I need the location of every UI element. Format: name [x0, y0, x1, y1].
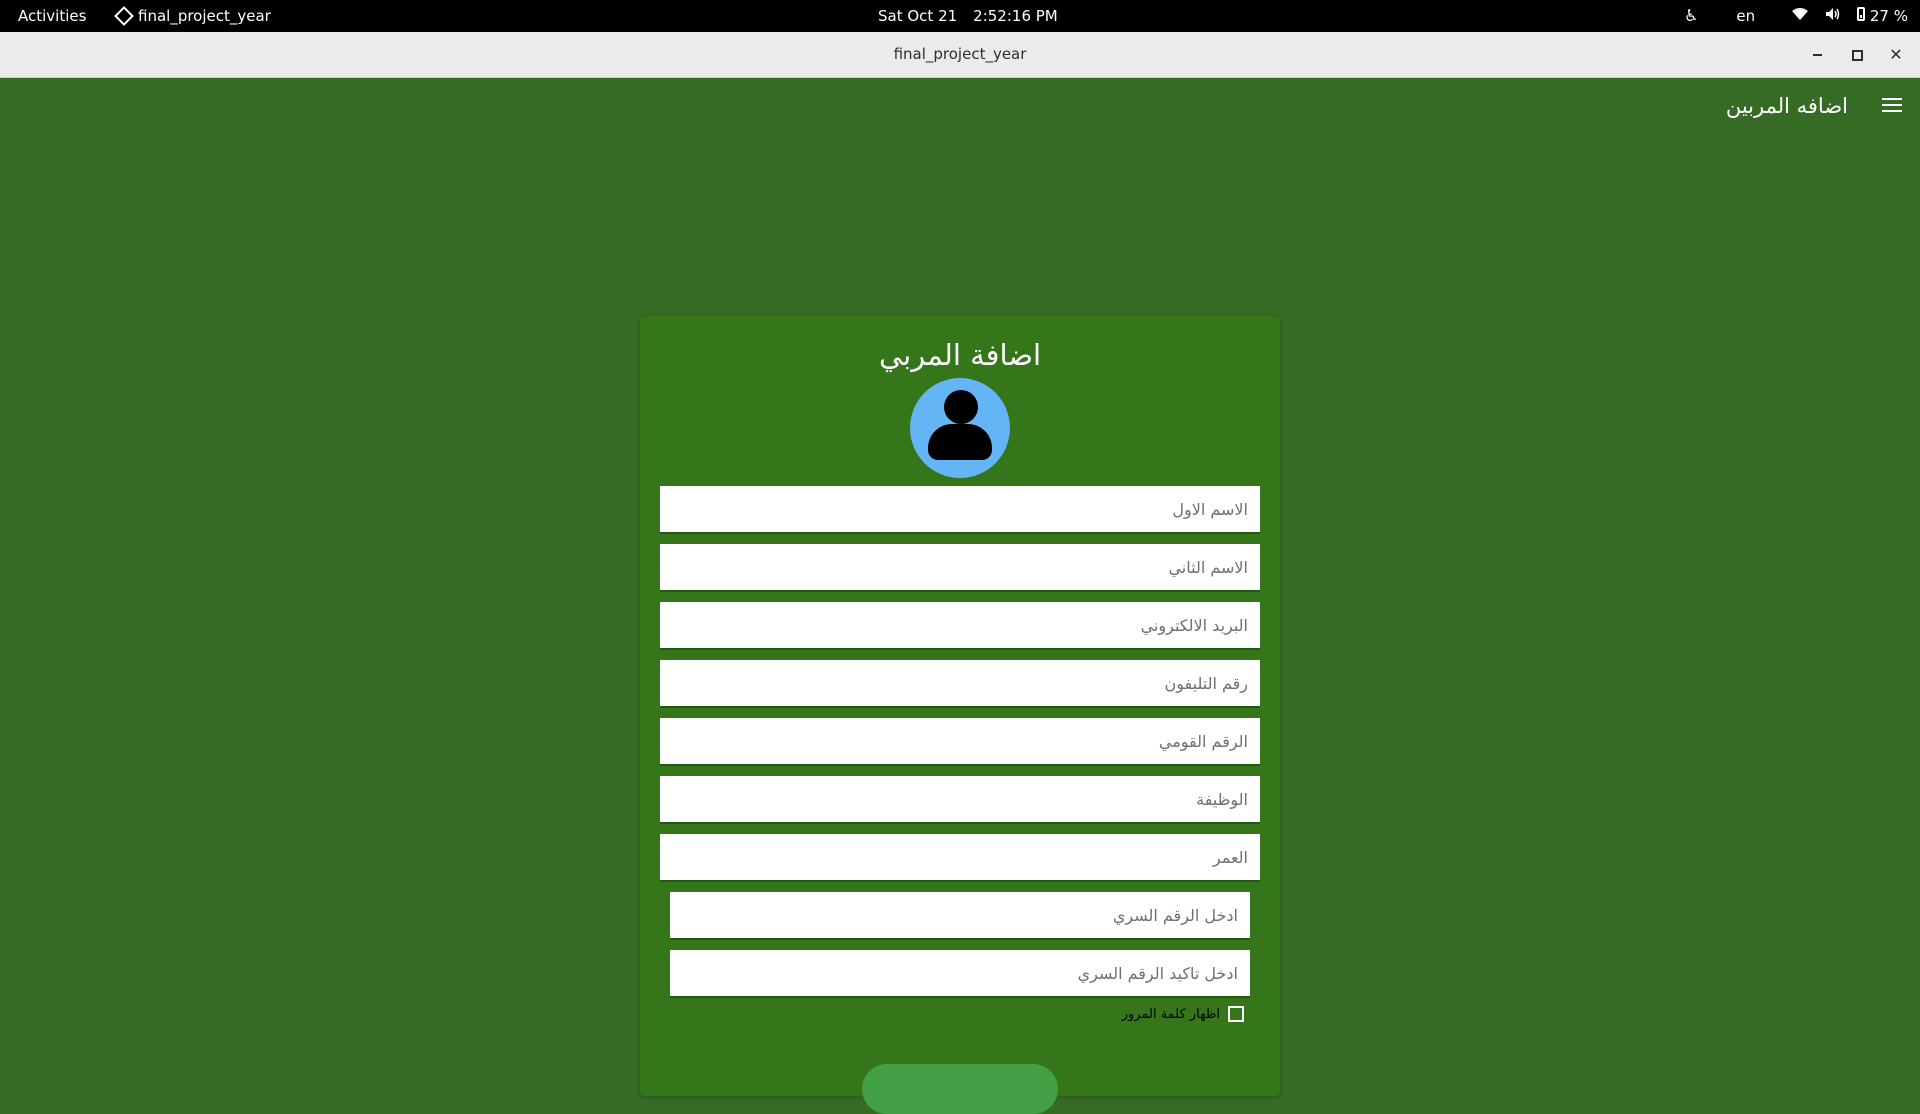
close-icon: ✕ [1889, 45, 1903, 64]
last-name-field[interactable] [660, 544, 1260, 592]
clock-time: 2:52:16 PM [973, 7, 1058, 25]
window-title: final_project_year [893, 45, 1027, 63]
clock-date: Sat Oct 21 [878, 7, 958, 25]
job-field[interactable] [660, 776, 1260, 824]
person-icon[interactable] [910, 378, 1010, 478]
battery-icon [1857, 6, 1866, 21]
app-menu-label: final_project_year [138, 7, 271, 25]
first-name-field[interactable] [660, 486, 1260, 534]
email-field[interactable] [660, 602, 1260, 650]
battery-indicator: 27 % [1857, 6, 1908, 25]
activities-button[interactable]: Activities [18, 7, 86, 25]
phone-field[interactable] [660, 660, 1260, 708]
job-input[interactable] [660, 776, 1260, 822]
app-icon [114, 6, 134, 26]
form-title: اضافة المربي [878, 338, 1042, 372]
national-id-field[interactable] [660, 718, 1260, 766]
volume-icon [1825, 7, 1841, 25]
password-field[interactable] [670, 892, 1250, 940]
language-indicator[interactable]: en [1736, 7, 1755, 25]
close-button[interactable]: ✕ [1882, 41, 1910, 69]
minimize-button[interactable] [1803, 41, 1831, 69]
system-status-area[interactable]: ♿︎ en 27 % [1684, 6, 1908, 25]
confirm-password-input[interactable] [670, 950, 1250, 996]
wifi-icon [1791, 7, 1809, 25]
clock[interactable]: Sat Oct 21 2:52:16 PM [878, 7, 1058, 25]
accessibility-icon[interactable]: ♿︎ [1684, 6, 1698, 25]
window-titlebar[interactable]: final_project_year ✕ [0, 32, 1920, 78]
maximize-icon [1851, 49, 1863, 61]
appbar-title: اضافه المربين [1725, 94, 1848, 118]
confirm-password-field[interactable] [670, 950, 1250, 998]
national-id-input[interactable] [660, 718, 1260, 764]
age-input[interactable] [660, 834, 1260, 880]
battery-percent: 27 % [1869, 6, 1908, 25]
show-password-checkbox[interactable] [1228, 1006, 1244, 1022]
show-password-toggle[interactable]: اظهار كلمة المرور [1122, 1006, 1244, 1022]
password-input[interactable] [670, 892, 1250, 938]
phone-input[interactable] [660, 660, 1260, 706]
first-name-input[interactable] [660, 486, 1260, 532]
email-input[interactable] [660, 602, 1260, 648]
maximize-button[interactable] [1843, 41, 1871, 69]
app-menu[interactable]: final_project_year [114, 6, 271, 26]
hamburger-menu-icon[interactable] [1882, 98, 1902, 114]
system-top-bar: Activities final_project_year Sat Oct 21… [0, 0, 1920, 32]
age-field[interactable] [660, 834, 1260, 882]
submit-button[interactable] [862, 1064, 1058, 1114]
last-name-input[interactable] [660, 544, 1260, 590]
show-password-label: اظهار كلمة المرور [1121, 1006, 1220, 1022]
add-trainer-form-card: اضافة المربي اظهار كلمة المرور [640, 316, 1280, 1114]
minimize-icon [1812, 54, 1822, 56]
